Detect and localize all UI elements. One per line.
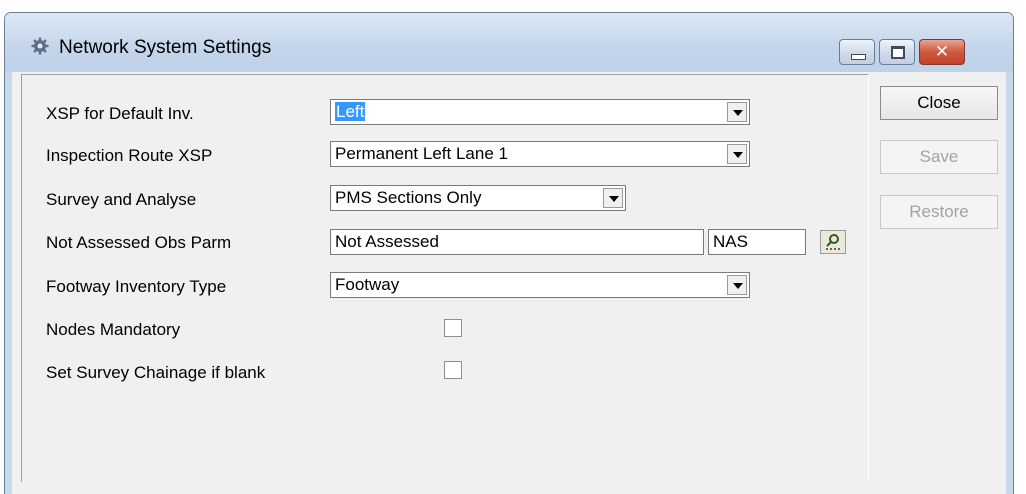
- maximize-button[interactable]: [879, 39, 915, 65]
- gear-icon: [31, 37, 49, 55]
- close-button[interactable]: Close: [880, 86, 998, 120]
- xsp-default-inv-dropdown[interactable]: Left: [330, 99, 750, 125]
- nodes-mandatory-checkbox[interactable]: [444, 319, 462, 337]
- close-icon: ✕: [934, 42, 950, 62]
- chevron-down-icon: [733, 283, 743, 289]
- not-assessed-obs-parm-value: Not Assessed: [335, 232, 439, 251]
- chevron-down-icon: [609, 196, 619, 202]
- chevron-down-icon: [733, 152, 743, 158]
- set-survey-chainage-checkbox[interactable]: [444, 361, 462, 379]
- survey-and-analyse-dropdown-button[interactable]: [603, 188, 623, 208]
- inspection-route-xsp-value: Permanent Left Lane 1: [335, 144, 508, 163]
- save-button[interactable]: Save: [880, 140, 998, 174]
- xsp-default-inv-value: Left: [335, 102, 366, 121]
- chevron-down-icon: [733, 110, 743, 116]
- survey-and-analyse-dropdown[interactable]: PMS Sections Only: [330, 185, 626, 211]
- window-title: Network System Settings: [59, 37, 272, 58]
- inspection-route-xsp-dropdown[interactable]: Permanent Left Lane 1: [330, 141, 750, 167]
- lookup-icon: [826, 234, 840, 250]
- inspection-route-xsp-dropdown-button[interactable]: [727, 144, 747, 164]
- not-assessed-code-value: NAS: [713, 232, 748, 251]
- footway-inventory-type-dropdown-button[interactable]: [727, 275, 747, 295]
- maximize-icon: [891, 46, 905, 59]
- minimize-button[interactable]: [839, 39, 875, 65]
- footway-inventory-type-dropdown[interactable]: Footway: [330, 272, 750, 298]
- xsp-default-inv-label: XSP for Default Inv.: [46, 104, 194, 123]
- lookup-button[interactable]: [820, 230, 846, 254]
- nodes-mandatory-label: Nodes Mandatory: [46, 320, 181, 339]
- survey-and-analyse-label: Survey and Analyse: [46, 190, 197, 209]
- not-assessed-obs-parm-label: Not Assessed Obs Parm: [46, 233, 232, 252]
- footway-inventory-type-label: Footway Inventory Type: [46, 277, 227, 296]
- inspection-route-xsp-label: Inspection Route XSP: [46, 146, 213, 165]
- not-assessed-obs-parm-field[interactable]: Not Assessed: [330, 229, 704, 255]
- minimize-icon: [851, 54, 866, 60]
- close-window-button[interactable]: ✕: [919, 39, 965, 65]
- survey-and-analyse-value: PMS Sections Only: [335, 188, 482, 207]
- not-assessed-code-field[interactable]: NAS: [708, 229, 806, 255]
- title-bar[interactable]: Network System Settings ✕: [5, 13, 1013, 73]
- set-survey-chainage-label: Set Survey Chainage if blank: [46, 363, 266, 382]
- footway-inventory-type-value: Footway: [335, 275, 400, 294]
- xsp-default-inv-dropdown-button[interactable]: [727, 102, 747, 122]
- restore-button[interactable]: Restore: [880, 195, 998, 229]
